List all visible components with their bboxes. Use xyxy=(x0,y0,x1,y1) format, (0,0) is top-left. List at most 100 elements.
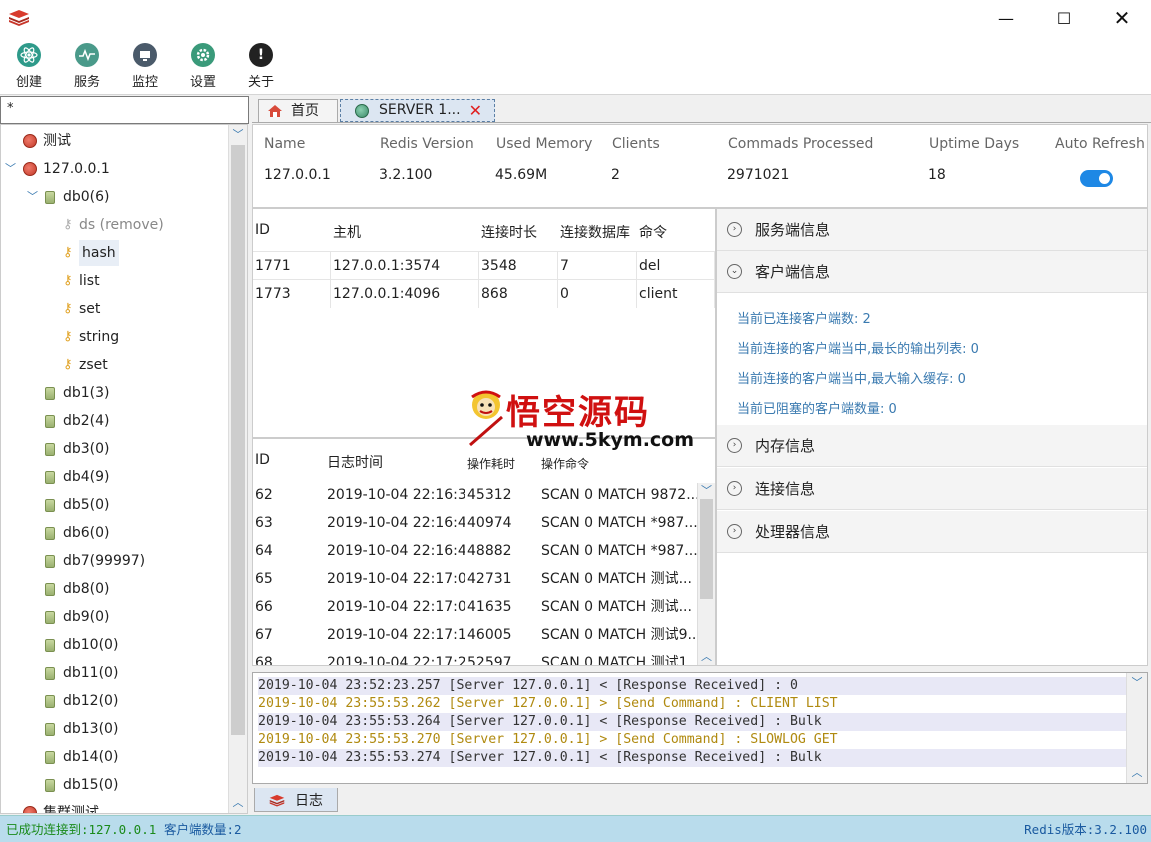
service-button[interactable]: 服务 xyxy=(62,43,112,93)
tree-node[interactable]: db2(4) xyxy=(27,408,110,434)
table-header[interactable]: 连接数据库 xyxy=(560,222,630,242)
tree-node-label: db2(4) xyxy=(63,413,110,429)
table-row[interactable]: 68 2019-10-04 22:17:29 52597 SCAN 0 MATCH 测… xyxy=(253,649,699,665)
tree-node-label: db9(0) xyxy=(63,609,110,625)
tree-node[interactable]: db6(0) xyxy=(27,520,110,546)
tree-node-label: hash xyxy=(79,240,119,266)
database-icon xyxy=(45,386,55,400)
accordion-header[interactable]: ⌄ 客户端信息 xyxy=(717,251,1147,293)
server-info-panel: Name Redis Version Used Memory Clients Comma… xyxy=(252,124,1148,208)
tree-node[interactable]: db3(0) xyxy=(27,436,110,462)
slowlog-scrollbar[interactable]: ﹀ ︿ xyxy=(697,483,715,665)
key-icon: ⚷ xyxy=(63,245,73,260)
tree-node[interactable]: 集群测试 xyxy=(5,800,99,813)
tab-log[interactable]: 日志 xyxy=(254,788,338,812)
tree-node[interactable]: 测试 xyxy=(5,128,71,154)
tree-node[interactable]: ⚷ zset xyxy=(63,352,108,378)
tree-scrollbar[interactable]: ﹀ ︿ xyxy=(228,125,247,813)
table-header[interactable]: ID xyxy=(255,222,270,238)
tree-node[interactable]: db12(0) xyxy=(27,688,118,714)
tree-node-label: db10(0) xyxy=(63,637,119,653)
create-button[interactable]: 创建 xyxy=(4,43,54,93)
log-line: 2019-10-04 23:55:53.274 [Server 127.0.0.… xyxy=(258,749,1126,767)
tree-node-label: db12(0) xyxy=(63,693,119,709)
tab-server[interactable]: SERVER 1... ✕ xyxy=(340,99,495,122)
table-row[interactable]: 66 2019-10-04 22:17:07 41635 SCAN 0 MATCH 测… xyxy=(253,593,699,621)
auto-refresh-toggle[interactable] xyxy=(1080,170,1113,187)
table-cell: 62 xyxy=(255,487,273,503)
tree-node[interactable]: ﹀ db0(6) xyxy=(27,184,110,210)
tree-node[interactable]: ⚷ ds (remove) xyxy=(63,212,164,238)
tree-node[interactable]: ⚷ set xyxy=(63,296,100,322)
server-icon xyxy=(355,103,369,118)
table-row[interactable]: 64 2019-10-04 22:16:49 48882 SCAN 0 MATCH *… xyxy=(253,537,699,565)
chevron-down-icon[interactable]: ﹀ xyxy=(698,483,715,499)
slowlog-scroll-thumb[interactable] xyxy=(700,499,713,599)
tree-node[interactable]: ⚷ hash xyxy=(63,240,119,266)
table-row[interactable]: 63 2019-10-04 22:16:45 40974 SCAN 0 MATCH *… xyxy=(253,509,699,537)
tab-home[interactable]: 首页 xyxy=(258,99,338,122)
table-cell: 127.0.0.1:3574 xyxy=(331,252,479,280)
chevron-up-icon[interactable]: ︿ xyxy=(698,649,715,665)
maximize-button[interactable]: ☐ xyxy=(1035,0,1093,36)
chevron-down-icon[interactable]: ﹀ xyxy=(229,127,247,143)
tree-node[interactable]: db10(0) xyxy=(27,632,118,658)
table-cell: 868 xyxy=(479,280,558,308)
tree-node[interactable]: db8(0) xyxy=(27,576,110,602)
chevron-down-icon[interactable]: ﹀ xyxy=(5,156,19,182)
tree-node[interactable]: db14(0) xyxy=(27,744,118,770)
connection-tree: ﹀ ︿ 测试 ﹀ 127.0.0.1 ﹀ db0(6) ⚷ ds (remove) ⚷ hash… xyxy=(0,124,248,814)
settings-button[interactable]: 设置 xyxy=(178,43,228,93)
tree-node[interactable]: ﹀ 127.0.0.1 xyxy=(5,156,110,182)
table-cell: 2019-10-04 22:16:49 xyxy=(327,543,465,559)
tree-node[interactable]: db9(0) xyxy=(27,604,110,630)
table-header[interactable]: 连接时长 xyxy=(481,222,537,242)
table-row[interactable]: 62 2019-10-04 22:16:37 45312 SCAN 0 MATCH 9… xyxy=(253,481,699,509)
tree-node[interactable]: db4(9) xyxy=(27,464,110,490)
log-line: 2019-10-04 23:55:53.264 [Server 127.0.0.… xyxy=(258,713,1126,731)
info-value: 45.69M xyxy=(495,167,548,183)
tree-node[interactable]: db15(0) xyxy=(27,772,118,798)
about-button[interactable]: ! 关于 xyxy=(236,43,286,93)
tree-node[interactable]: db7(99997) xyxy=(27,548,145,574)
table-header[interactable]: 命令 xyxy=(639,222,667,242)
tree-node[interactable]: ⚷ list xyxy=(63,268,100,294)
key-filter-input[interactable]: * xyxy=(0,96,249,124)
table-header[interactable]: ID xyxy=(255,452,270,468)
chevron-up-icon[interactable]: ︿ xyxy=(229,795,247,811)
table-header[interactable]: 主机 xyxy=(333,222,361,242)
database-icon xyxy=(45,498,55,512)
database-icon xyxy=(45,470,55,484)
table-row[interactable]: 67 2019-10-04 22:17:14 46005 SCAN 0 MATCH 测… xyxy=(253,621,699,649)
chevron-down-icon[interactable]: ﹀ xyxy=(27,184,41,210)
monitor-button[interactable]: 监控 xyxy=(120,43,170,93)
accordion-header[interactable]: › 内存信息 xyxy=(717,425,1147,467)
tree-node[interactable]: db13(0) xyxy=(27,716,118,742)
chevron-down-icon[interactable]: ﹀ xyxy=(1127,675,1147,691)
accordion-header[interactable]: › 处理器信息 xyxy=(717,511,1147,553)
minimize-button[interactable]: — xyxy=(977,0,1035,36)
table-header[interactable]: 日志时间 xyxy=(327,452,383,472)
table-row[interactable]: 1771 127.0.0.1:3574 3548 7 del xyxy=(253,251,715,280)
close-window-button[interactable]: ✕ xyxy=(1093,0,1151,36)
chevron-up-icon[interactable]: ︿ xyxy=(1127,765,1147,781)
tree-node[interactable]: db1(3) xyxy=(27,380,110,406)
info-header: Used Memory xyxy=(496,136,593,152)
tree-node[interactable]: db5(0) xyxy=(27,492,110,518)
close-tab-icon[interactable]: ✕ xyxy=(469,100,482,121)
tree-node[interactable]: db11(0) xyxy=(27,660,118,686)
table-cell: 67 xyxy=(255,627,273,643)
client-info-line: 当前已阻塞的客户端数量: 0 xyxy=(737,402,897,417)
tab-home-label: 首页 xyxy=(291,102,319,119)
log-scrollbar[interactable]: ﹀ ︿ xyxy=(1126,673,1147,783)
accordion-header[interactable]: › 连接信息 xyxy=(717,468,1147,510)
redis-version-status: Redis版本:3.2.100 xyxy=(1024,822,1147,837)
server-icon xyxy=(23,806,37,813)
database-icon xyxy=(45,722,55,736)
watermark: 悟空源码 www.5kym.com xyxy=(460,385,700,465)
table-row[interactable]: 1773 127.0.0.1:4096 868 0 client xyxy=(253,279,715,308)
accordion-header[interactable]: › 服务端信息 xyxy=(717,209,1147,251)
table-row[interactable]: 65 2019-10-04 22:17:03 42731 SCAN 0 MATCH 测… xyxy=(253,565,699,593)
tree-scroll-thumb[interactable] xyxy=(231,145,245,735)
tree-node[interactable]: ⚷ string xyxy=(63,324,119,350)
